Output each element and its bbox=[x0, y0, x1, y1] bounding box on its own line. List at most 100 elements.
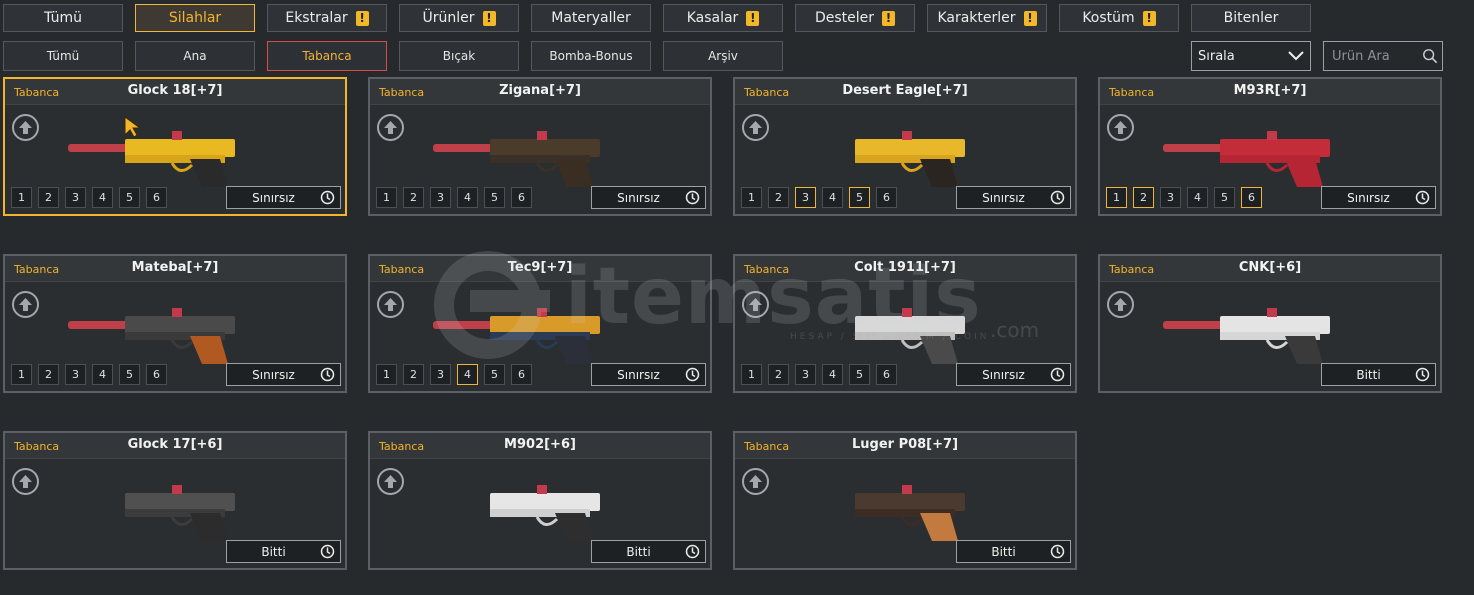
duration-button[interactable]: Sınırsız bbox=[956, 186, 1071, 209]
upgrade-button[interactable] bbox=[742, 114, 769, 141]
level-button[interactable]: 5 bbox=[849, 187, 870, 208]
tab-8[interactable]: Kostüm! bbox=[1059, 4, 1179, 32]
duration-button[interactable]: Bitti bbox=[1321, 363, 1436, 386]
subtab-3[interactable]: Bıçak bbox=[399, 41, 519, 71]
level-button[interactable]: 4 bbox=[822, 187, 843, 208]
card-header: Tabanca CNK[+6] bbox=[1100, 256, 1440, 282]
level-button[interactable]: 1 bbox=[741, 187, 762, 208]
level-button[interactable]: 1 bbox=[1106, 187, 1127, 208]
level-button[interactable]: 3 bbox=[430, 187, 451, 208]
duration-button[interactable]: Bitti bbox=[956, 540, 1071, 563]
level-button[interactable]: 6 bbox=[146, 187, 167, 208]
level-button[interactable]: 5 bbox=[484, 187, 505, 208]
item-card[interactable]: Tabanca M902[+6] Bitti bbox=[368, 431, 712, 570]
duration-button[interactable]: Sınırsız bbox=[591, 186, 706, 209]
upgrade-button[interactable] bbox=[742, 468, 769, 495]
upgrade-button[interactable] bbox=[12, 468, 39, 495]
level-button[interactable]: 2 bbox=[403, 364, 424, 385]
level-button[interactable]: 5 bbox=[119, 364, 140, 385]
level-button[interactable]: 3 bbox=[65, 364, 86, 385]
level-button[interactable]: 2 bbox=[38, 364, 59, 385]
level-button[interactable]: 2 bbox=[768, 364, 789, 385]
item-card[interactable]: Tabanca Zigana[+7] 1 2 3 4 5 6 Sınırsız bbox=[368, 77, 712, 216]
item-card[interactable]: Tabanca Glock 17[+6] Bitti bbox=[3, 431, 347, 570]
upgrade-button[interactable] bbox=[742, 291, 769, 318]
duration-button[interactable]: Sınırsız bbox=[1321, 186, 1436, 209]
level-button[interactable]: 5 bbox=[484, 364, 505, 385]
level-button[interactable]: 4 bbox=[457, 187, 478, 208]
level-button[interactable]: 6 bbox=[511, 187, 532, 208]
subtab-5[interactable]: Arşiv bbox=[663, 41, 783, 71]
upgrade-button[interactable] bbox=[377, 468, 404, 495]
level-button[interactable]: 6 bbox=[511, 364, 532, 385]
duration-button[interactable]: Sınırsız bbox=[591, 363, 706, 386]
arrow-up-icon bbox=[1114, 121, 1127, 134]
upgrade-button[interactable] bbox=[12, 291, 39, 318]
level-button[interactable]: 6 bbox=[876, 364, 897, 385]
level-button[interactable]: 1 bbox=[376, 364, 397, 385]
subtab-4[interactable]: Bomba-Bonus bbox=[531, 41, 651, 71]
duration-button[interactable]: Bitti bbox=[591, 540, 706, 563]
tab-1[interactable]: Silahlar bbox=[135, 4, 255, 32]
level-button[interactable]: 5 bbox=[119, 187, 140, 208]
tab-0[interactable]: Tümü bbox=[3, 4, 123, 32]
level-button[interactable]: 1 bbox=[376, 187, 397, 208]
duration-button[interactable]: Sınırsız bbox=[226, 363, 341, 386]
card-title: M93R[+7] bbox=[1233, 83, 1307, 98]
item-card[interactable]: Tabanca M93R[+7] 1 2 3 4 5 6 Sınırsız bbox=[1098, 77, 1442, 216]
level-button[interactable]: 2 bbox=[1133, 187, 1154, 208]
level-button[interactable]: 1 bbox=[11, 187, 32, 208]
item-card[interactable]: Tabanca Luger P08[+7] Bitti bbox=[733, 431, 1077, 570]
level-button[interactable]: 5 bbox=[849, 364, 870, 385]
duration-button[interactable]: Sınırsız bbox=[956, 363, 1071, 386]
level-button[interactable]: 4 bbox=[457, 364, 478, 385]
tab-5[interactable]: Kasalar! bbox=[663, 4, 783, 32]
card-header: Tabanca Tec9[+7] bbox=[370, 256, 710, 282]
tab-3[interactable]: Ürünler! bbox=[399, 4, 519, 32]
upgrade-button[interactable] bbox=[377, 291, 404, 318]
level-button[interactable]: 3 bbox=[795, 187, 816, 208]
subtab-2[interactable]: Tabanca bbox=[267, 41, 387, 71]
upgrade-button[interactable] bbox=[1107, 291, 1134, 318]
level-button[interactable]: 3 bbox=[1160, 187, 1181, 208]
upgrade-button[interactable] bbox=[1107, 114, 1134, 141]
tab-6[interactable]: Desteler! bbox=[795, 4, 915, 32]
tab-2[interactable]: Ekstralar! bbox=[267, 4, 387, 32]
level-button[interactable]: 4 bbox=[92, 187, 113, 208]
level-button[interactable]: 4 bbox=[1187, 187, 1208, 208]
item-card[interactable]: Tabanca Tec9[+7] 1 2 3 4 5 6 Sınırsız bbox=[368, 254, 712, 393]
level-button[interactable]: 6 bbox=[1241, 187, 1262, 208]
item-card[interactable]: Tabanca Glock 18[+7] 1 2 3 4 5 6 Sınırsız bbox=[3, 77, 347, 216]
level-button[interactable]: 6 bbox=[876, 187, 897, 208]
level-button[interactable]: 6 bbox=[146, 364, 167, 385]
level-selector: 123456 bbox=[376, 187, 538, 208]
search-input[interactable] bbox=[1330, 47, 1422, 65]
item-card[interactable]: Tabanca Colt 1911[+7] 1 2 3 4 5 6 Sınırsız bbox=[733, 254, 1077, 393]
level-button[interactable]: 4 bbox=[822, 364, 843, 385]
upgrade-button[interactable] bbox=[377, 114, 404, 141]
level-button[interactable]: 3 bbox=[65, 187, 86, 208]
subtab-0[interactable]: Tümü bbox=[3, 41, 123, 71]
tab-4[interactable]: Materyaller bbox=[531, 4, 651, 32]
item-card[interactable]: Tabanca Desert Eagle[+7] 1 2 3 4 5 6 Sınırsız bbox=[733, 77, 1077, 216]
card-title: Glock 18[+7] bbox=[127, 83, 223, 98]
level-button[interactable]: 3 bbox=[795, 364, 816, 385]
level-button[interactable]: 3 bbox=[430, 364, 451, 385]
level-button[interactable]: 1 bbox=[741, 364, 762, 385]
tab-7[interactable]: Karakterler! bbox=[927, 4, 1047, 32]
item-card[interactable]: Tabanca CNK[+6] Bitti bbox=[1098, 254, 1442, 393]
level-button[interactable]: 1 bbox=[11, 364, 32, 385]
sort-dropdown[interactable]: Sırala bbox=[1191, 41, 1311, 71]
upgrade-button[interactable] bbox=[12, 114, 39, 141]
tab-9[interactable]: Bitenler bbox=[1191, 4, 1311, 32]
subtab-1[interactable]: Ana bbox=[135, 41, 255, 71]
duration-button[interactable]: Bitti bbox=[226, 540, 341, 563]
duration-button[interactable]: Sınırsız bbox=[226, 186, 341, 209]
level-button[interactable]: 2 bbox=[38, 187, 59, 208]
level-button[interactable]: 2 bbox=[768, 187, 789, 208]
level-button[interactable]: 4 bbox=[92, 364, 113, 385]
level-button[interactable]: 5 bbox=[1214, 187, 1235, 208]
item-card[interactable]: Tabanca Mateba[+7] 1 2 3 4 5 6 Sınırsız bbox=[3, 254, 347, 393]
level-button[interactable]: 2 bbox=[403, 187, 424, 208]
search-icon[interactable] bbox=[1422, 47, 1438, 65]
